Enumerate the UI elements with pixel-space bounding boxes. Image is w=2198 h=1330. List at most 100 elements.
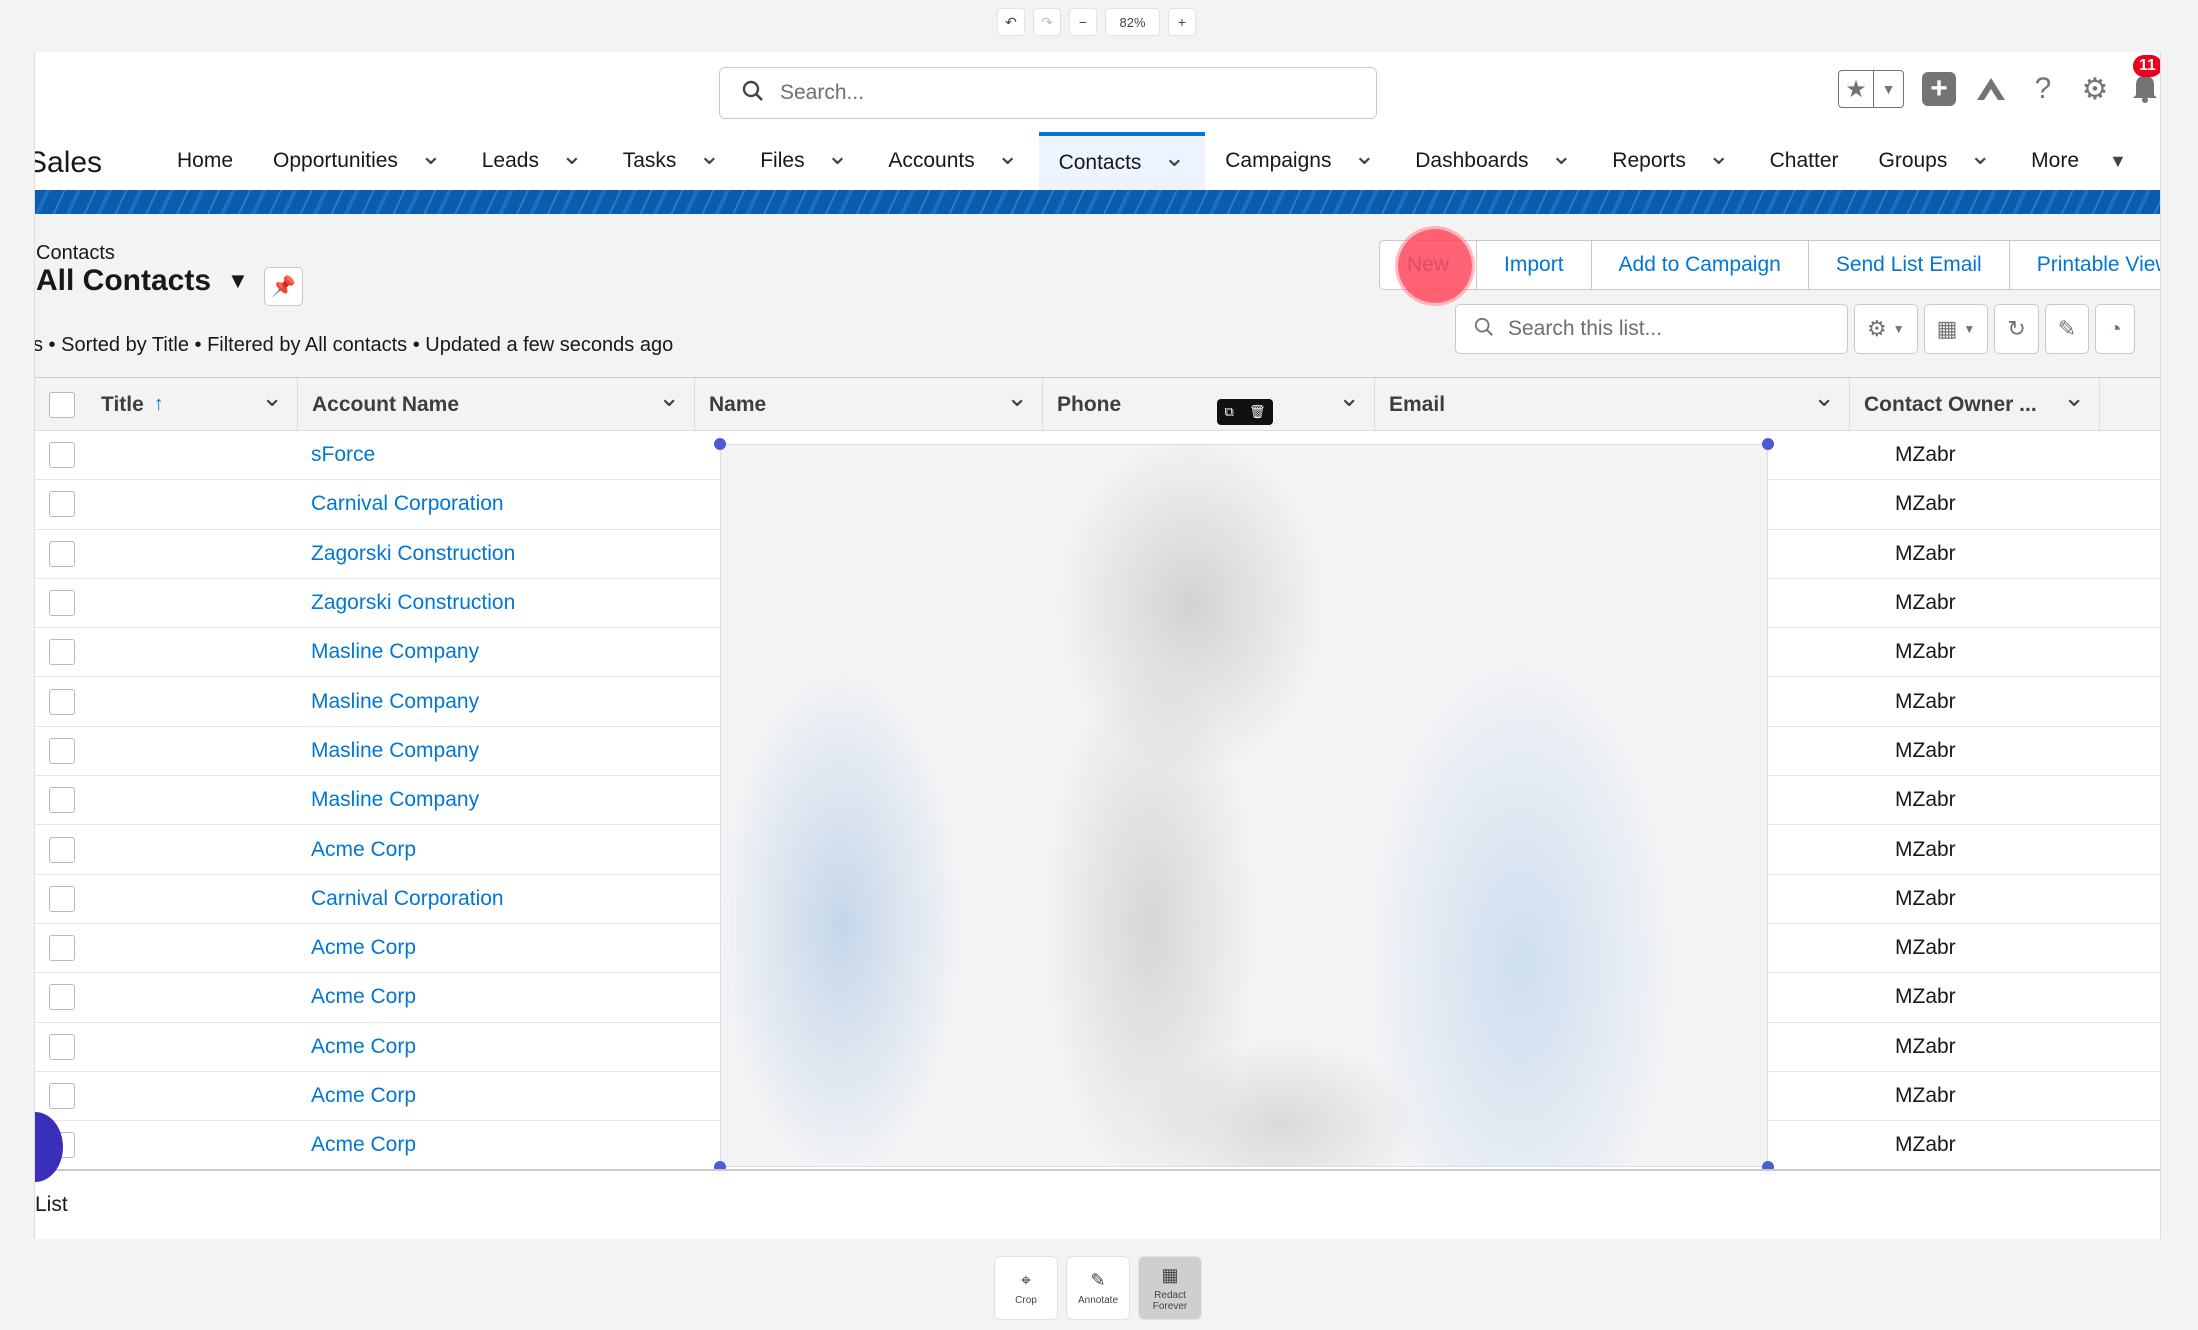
chevron-down-icon[interactable]: ⌄ [420,140,442,171]
column-header-account-name[interactable]: Account Name ⌄ [298,378,695,431]
list-search-input[interactable]: Search this list... [1455,304,1848,354]
nav-item-home[interactable]: Home [157,132,253,190]
edit-list-button[interactable]: ✎ [2044,304,2090,354]
column-header-contact-owner[interactable]: Contact Owner ... ⌄ [1850,378,2100,431]
redact-forever-tool-button[interactable]: ▦ Redact Forever [1138,1256,1202,1320]
account-link[interactable]: Acme Corp [298,1084,695,1108]
gear-icon[interactable]: ⚙ [2078,72,2112,106]
account-link[interactable]: Acme Corp [298,985,695,1009]
chevron-down-icon[interactable]: ⌄ [698,140,720,171]
account-link[interactable]: Masline Company [298,690,695,714]
select-all-checkbox[interactable] [49,391,75,418]
row-checkbox[interactable] [49,540,75,567]
display-as-button[interactable]: ▦ ▼ [1923,304,1989,354]
chevron-down-icon[interactable]: ⌄ [1969,140,1991,171]
row-checkbox[interactable] [49,984,75,1011]
row-checkbox[interactable] [49,590,75,617]
account-link[interactable]: Acme Corp [298,838,695,862]
chevron-down-icon[interactable]: ⌄ [827,140,849,171]
chevron-down-icon[interactable]: ⌄ [1163,142,1185,173]
chevron-down-icon[interactable]: ▼ [1873,71,1903,107]
account-link[interactable]: Acme Corp [298,936,695,960]
nav-item-campaigns[interactable]: Campaigns ⌄ [1205,132,1395,190]
undo-icon[interactable]: ↶ [997,8,1025,36]
row-checkbox[interactable] [49,442,75,469]
resize-handle-tr[interactable] [1762,438,1774,450]
row-checkbox[interactable] [49,836,75,863]
chevron-down-icon[interactable]: ⌄ [1006,382,1028,413]
nav-item-reports[interactable]: Reports ⌄ [1592,132,1749,190]
chevron-down-icon[interactable]: ⌄ [1338,382,1360,413]
charts-button[interactable]: ◔ [2095,304,2136,354]
crop-tool-button[interactable]: ⌖ Crop [994,1256,1058,1320]
column-header-title[interactable]: Title ↑ ⌄ [87,378,298,431]
chevron-down-icon[interactable]: ⌄ [1551,140,1573,171]
nav-item-tasks[interactable]: Tasks ⌄ [603,132,740,190]
row-checkbox[interactable] [49,787,75,814]
send-list-email-button[interactable]: Send List Email [1807,240,2010,290]
import-button[interactable]: Import [1476,240,1592,290]
add-to-campaign-button[interactable]: Add to Campaign [1590,240,1809,290]
row-checkbox[interactable] [49,885,75,912]
chevron-down-icon[interactable]: ⌄ [261,382,283,413]
column-header-email[interactable]: Email ⌄ [1375,378,1850,431]
trailhead-icon[interactable] [1974,72,2008,106]
annotate-tool-button[interactable]: ✎ Annotate [1066,1256,1130,1320]
printable-view-button[interactable]: Printable View [2008,240,2160,290]
row-checkbox[interactable] [49,639,75,666]
star-icon[interactable]: ★ [1839,71,1873,107]
chevron-down-icon[interactable]: ⌄ [997,140,1019,171]
row-checkbox[interactable] [49,737,75,764]
chevron-down-icon[interactable]: ⌄ [1708,140,1730,171]
list-settings-button[interactable]: ⚙ ▼ [1854,304,1918,354]
pin-list-button[interactable]: 📌 [264,267,303,306]
account-link[interactable]: Carnival Corporation [298,492,695,516]
chevron-down-icon[interactable]: ⌄ [561,140,583,171]
trash-icon[interactable]: 🗑 [1249,404,1266,420]
zoom-out-button[interactable]: − [1069,8,1097,36]
row-checkbox[interactable] [49,491,75,518]
nav-item-files[interactable]: Files ⌄ [740,132,868,190]
help-icon[interactable]: ? [2026,72,2060,106]
nav-item-opportunities[interactable]: Opportunities ⌄ [253,132,462,190]
chevron-down-icon[interactable]: ▼ [2109,151,2127,172]
account-link[interactable]: Acme Corp [298,1133,695,1157]
account-link[interactable]: Zagorski Construction [298,591,695,615]
account-link[interactable]: Carnival Corporation [298,887,695,911]
refresh-button[interactable]: ↻ [1994,304,2039,354]
new-button[interactable]: New [1379,229,1478,303]
global-search-input[interactable]: Search... [719,67,1377,119]
account-link[interactable]: Masline Company [298,788,695,812]
column-header-name[interactable]: Name ⌄ [695,378,1043,431]
nav-item-chatter[interactable]: Chatter [1750,132,1859,190]
account-link[interactable]: sForce [298,443,695,467]
global-actions-icon[interactable]: + [1922,72,1956,106]
resize-handle-tl[interactable] [714,438,726,450]
row-checkbox[interactable] [49,1033,75,1060]
caret-down-icon[interactable]: ▼ [227,268,249,294]
nav-item-accounts[interactable]: Accounts ⌄ [868,132,1038,190]
column-header-phone[interactable]: Phone ⌄ [1043,378,1375,431]
list-view-picker[interactable]: All Contacts ▼ [36,264,249,298]
favorites-button[interactable]: ★ ▼ [1838,70,1904,108]
row-checkbox[interactable] [49,688,75,715]
chevron-down-icon[interactable]: ⌄ [2063,382,2085,413]
nav-item-contacts[interactable]: Contacts ⌄ [1038,132,1206,190]
account-link[interactable]: Masline Company [298,640,695,664]
nav-item-groups[interactable]: Groups ⌄ [1859,132,2012,190]
redo-icon[interactable]: ↷ [1033,8,1061,36]
nav-item-more[interactable]: More ▼ [2011,132,2147,190]
chevron-down-icon[interactable]: ⌄ [658,382,680,413]
chevron-down-icon[interactable]: ⌄ [1813,382,1835,413]
duplicate-icon[interactable]: ⧉ [1225,404,1234,420]
notifications-button[interactable]: 11 [2130,54,2160,108]
zoom-in-button[interactable]: + [1168,8,1196,36]
account-link[interactable]: Masline Company [298,739,695,763]
chevron-down-icon[interactable]: ⌄ [1353,140,1375,171]
account-link[interactable]: Zagorski Construction [298,542,695,566]
nav-item-leads[interactable]: Leads ⌄ [462,132,603,190]
nav-item-dashboards[interactable]: Dashboards ⌄ [1395,132,1592,190]
redaction-area[interactable] [720,444,1768,1167]
row-checkbox[interactable] [49,935,75,962]
account-link[interactable]: Acme Corp [298,1035,695,1059]
